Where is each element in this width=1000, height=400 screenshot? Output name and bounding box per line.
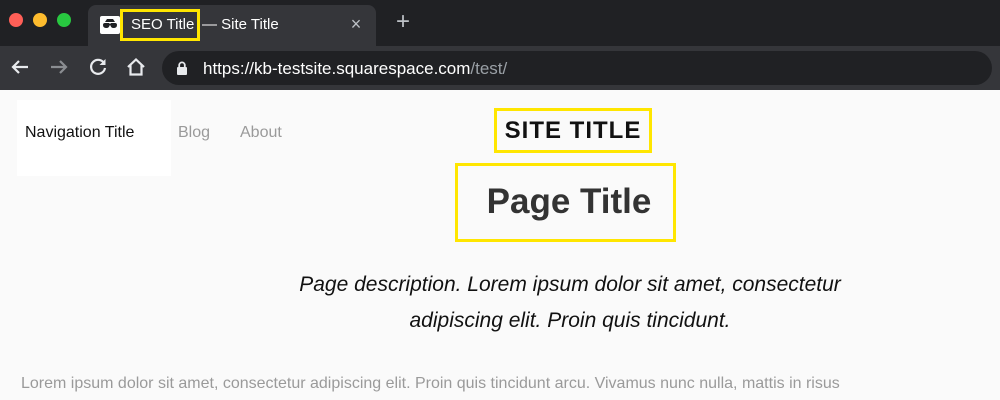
site-title[interactable]: SITE TITLE bbox=[494, 117, 652, 145]
window-close-button[interactable] bbox=[9, 13, 23, 27]
back-arrow-icon[interactable] bbox=[8, 55, 32, 79]
navigation-title[interactable]: Navigation Title bbox=[25, 123, 134, 143]
window-maximize-button[interactable] bbox=[57, 13, 71, 27]
url-path: /test/ bbox=[470, 59, 508, 78]
nav-link-blog[interactable]: Blog bbox=[178, 123, 210, 143]
plus-icon[interactable]: + bbox=[392, 10, 414, 34]
browser-tab[interactable]: SEO Title — Site Title × bbox=[88, 5, 376, 46]
forward-arrow-icon[interactable] bbox=[47, 55, 71, 79]
nav-link-about[interactable]: About bbox=[240, 123, 282, 143]
address-bar[interactable]: https://kb-testsite.squarespace.com/test… bbox=[162, 51, 992, 85]
browser-toolbar: https://kb-testsite.squarespace.com/test… bbox=[0, 46, 1000, 90]
incognito-icon bbox=[100, 16, 120, 34]
tab-seo-title: SEO Title bbox=[131, 16, 195, 33]
home-icon[interactable] bbox=[124, 55, 148, 79]
url-text: https://kb-testsite.squarespace.com/test… bbox=[203, 59, 507, 79]
window-minimize-button[interactable] bbox=[33, 13, 47, 27]
tab-site-title: — Site Title bbox=[202, 16, 279, 33]
page-description: Page description. Lorem ipsum dolor sit … bbox=[299, 273, 841, 332]
page-title: Page Title bbox=[486, 182, 652, 221]
reload-icon[interactable] bbox=[86, 55, 110, 79]
browser-tab-strip: SEO Title — Site Title × + bbox=[0, 0, 1000, 46]
url-host: https://kb-testsite.squarespace.com bbox=[203, 59, 471, 78]
page-content: Navigation Title Blog About SITE TITLE P… bbox=[0, 90, 1000, 400]
body-text: Lorem ipsum dolor sit amet, consectetur … bbox=[21, 375, 840, 392]
close-icon[interactable]: × bbox=[346, 14, 366, 34]
lock-icon bbox=[176, 61, 188, 75]
